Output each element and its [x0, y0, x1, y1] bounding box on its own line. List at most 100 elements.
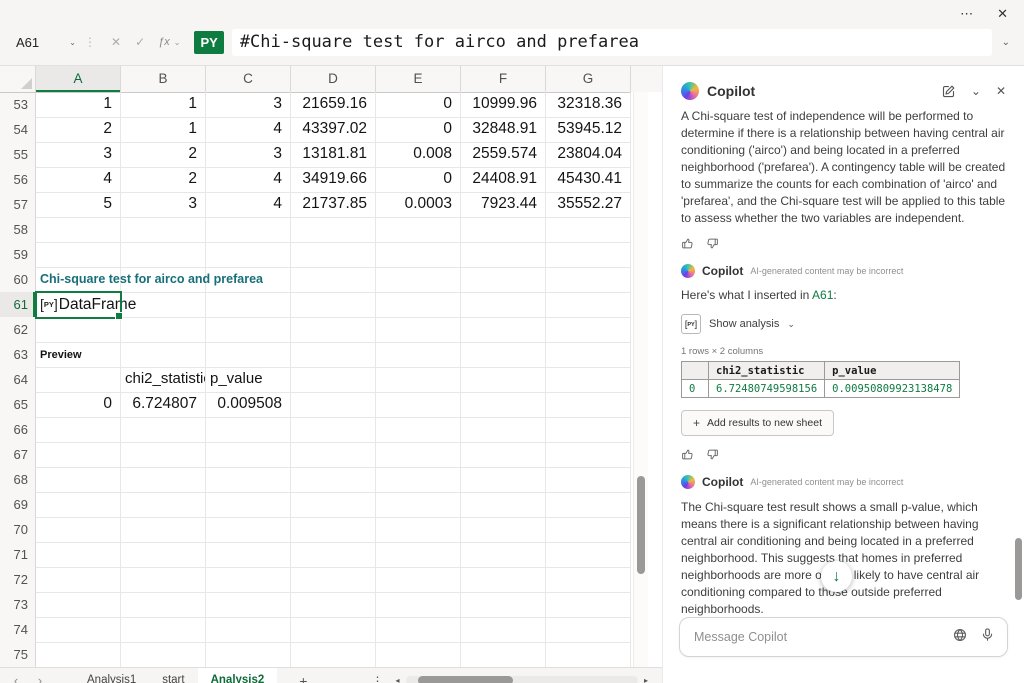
cell-F70[interactable]	[461, 517, 546, 543]
cell-A56[interactable]: 4	[36, 167, 121, 193]
cell-D57[interactable]: 21737.85	[291, 192, 376, 218]
cell-D64[interactable]	[291, 367, 376, 393]
cell-G70[interactable]	[546, 517, 631, 543]
cell-E66[interactable]	[376, 417, 461, 443]
row-header-75[interactable]: 75	[0, 642, 36, 667]
cell-E59[interactable]	[376, 242, 461, 268]
cell-B70[interactable]	[121, 517, 206, 543]
cell-C66[interactable]	[206, 417, 291, 443]
cell-F59[interactable]	[461, 242, 546, 268]
inserted-cell-link[interactable]: A61	[812, 288, 833, 302]
cell-D59[interactable]	[291, 242, 376, 268]
cell-E69[interactable]	[376, 492, 461, 518]
col-header-F[interactable]: F	[461, 66, 546, 93]
window-close-icon[interactable]: ✕	[997, 8, 1008, 20]
add-results-button[interactable]: + Add results to new sheet	[681, 410, 834, 436]
cell-A65[interactable]: 0	[36, 392, 121, 418]
hscroll-track[interactable]	[406, 676, 638, 683]
cell-G54[interactable]: 53945.12	[546, 117, 631, 143]
cell-D58[interactable]	[291, 217, 376, 243]
cell-E53[interactable]: 0	[376, 92, 461, 118]
thumbs-up-icon[interactable]	[681, 237, 694, 250]
cell-B74[interactable]	[121, 617, 206, 643]
collapse-pane-icon[interactable]: ⌄	[971, 84, 981, 98]
cell-A53[interactable]: 1	[36, 92, 121, 118]
thumbs-down-icon[interactable]	[706, 448, 719, 461]
row-header-69[interactable]: 69	[0, 492, 36, 518]
row-header-60[interactable]: 60	[0, 267, 36, 293]
cell-E57[interactable]: 0.0003	[376, 192, 461, 218]
cell-C57[interactable]: 4	[206, 192, 291, 218]
cell-F67[interactable]	[461, 442, 546, 468]
cell-E54[interactable]: 0	[376, 117, 461, 143]
cell-C62[interactable]	[206, 317, 291, 343]
cell-B58[interactable]	[121, 217, 206, 243]
hscroll-thumb[interactable]	[418, 676, 513, 683]
cell-E58[interactable]	[376, 217, 461, 243]
cell-E56[interactable]: 0	[376, 167, 461, 193]
cell-D54[interactable]: 43397.02	[291, 117, 376, 143]
row-header-70[interactable]: 70	[0, 517, 36, 543]
cell-D70[interactable]	[291, 517, 376, 543]
cell-A58[interactable]	[36, 217, 121, 243]
cell-G72[interactable]	[546, 567, 631, 593]
cell-C59[interactable]	[206, 242, 291, 268]
cell-F66[interactable]	[461, 417, 546, 443]
confirm-entry-icon[interactable]: ✓	[135, 35, 145, 49]
cell-F65[interactable]	[461, 392, 546, 418]
cell-E61[interactable]	[376, 292, 461, 318]
cell-F58[interactable]	[461, 217, 546, 243]
row-header-59[interactable]: 59	[0, 242, 36, 268]
cell-A60[interactable]: Chi-square test for airco and prefarea	[36, 267, 121, 293]
cell-F74[interactable]	[461, 617, 546, 643]
cell-F71[interactable]	[461, 542, 546, 568]
cell-D61[interactable]	[291, 292, 376, 318]
cell-C67[interactable]	[206, 442, 291, 468]
cell-G66[interactable]	[546, 417, 631, 443]
cell-E71[interactable]	[376, 542, 461, 568]
insert-function-icon[interactable]: ƒx	[158, 36, 170, 48]
cell-B73[interactable]	[121, 592, 206, 618]
cell-G59[interactable]	[546, 242, 631, 268]
row-header-71[interactable]: 71	[0, 542, 36, 568]
cell-B53[interactable]: 1	[121, 92, 206, 118]
cell-D60[interactable]	[291, 267, 376, 293]
cell-F57[interactable]: 7923.44	[461, 192, 546, 218]
row-header-66[interactable]: 66	[0, 417, 36, 443]
cell-D63[interactable]	[291, 342, 376, 368]
scroll-to-bottom-button[interactable]: ↓	[821, 561, 852, 592]
cell-C70[interactable]	[206, 517, 291, 543]
tabs-scroll-right-icon[interactable]: ›	[32, 673, 48, 683]
cell-D55[interactable]: 13181.81	[291, 142, 376, 168]
cell-B71[interactable]	[121, 542, 206, 568]
cell-C72[interactable]	[206, 567, 291, 593]
cell-F68[interactable]	[461, 467, 546, 493]
cell-G63[interactable]	[546, 342, 631, 368]
cell-C56[interactable]: 4	[206, 167, 291, 193]
cell-E73[interactable]	[376, 592, 461, 618]
sheet-tab-analysis2[interactable]: Analysis2	[198, 668, 278, 683]
cell-B66[interactable]	[121, 417, 206, 443]
hscroll-right-icon[interactable]: ▸	[644, 676, 648, 683]
row-header-74[interactable]: 74	[0, 617, 36, 643]
cell-F60[interactable]	[461, 267, 546, 293]
copilot-message-input[interactable]	[692, 629, 940, 645]
thumbs-up-icon[interactable]	[681, 448, 694, 461]
col-header-D[interactable]: D	[291, 66, 376, 93]
cell-F69[interactable]	[461, 492, 546, 518]
cell-C53[interactable]: 3	[206, 92, 291, 118]
cell-C75[interactable]	[206, 642, 291, 667]
cell-D66[interactable]	[291, 417, 376, 443]
row-header-73[interactable]: 73	[0, 592, 36, 618]
row-header-57[interactable]: 57	[0, 192, 36, 218]
vertical-scrollbar[interactable]	[633, 92, 648, 667]
cell-D65[interactable]	[291, 392, 376, 418]
row-header-62[interactable]: 62	[0, 317, 36, 343]
row-header-63[interactable]: 63	[0, 342, 36, 368]
cell-F54[interactable]: 32848.91	[461, 117, 546, 143]
hscroll-left-icon[interactable]: ◂	[395, 676, 399, 683]
cell-A71[interactable]	[36, 542, 121, 568]
cell-B69[interactable]	[121, 492, 206, 518]
col-header-E[interactable]: E	[376, 66, 461, 93]
cell-G61[interactable]	[546, 292, 631, 318]
